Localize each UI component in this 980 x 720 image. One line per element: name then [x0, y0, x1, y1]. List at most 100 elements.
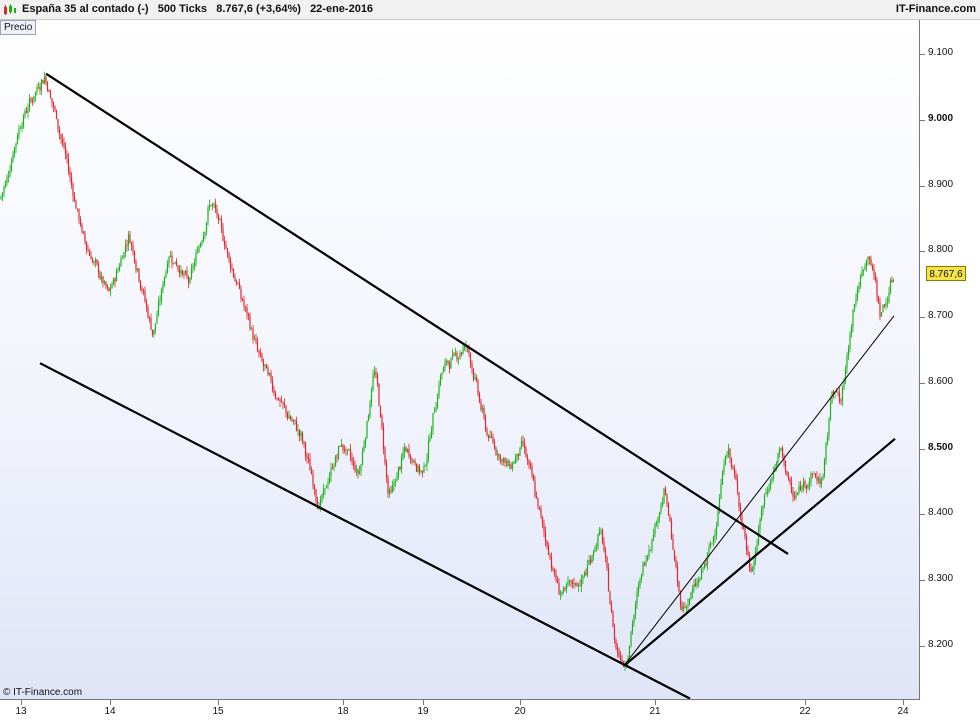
- y-tick-label: 8.700: [928, 310, 954, 322]
- candle-body: [75, 201, 77, 209]
- candle-body: [228, 252, 230, 260]
- candle-body: [708, 547, 710, 553]
- candle-body: [153, 329, 155, 335]
- y-tick-label: 8.800: [928, 244, 954, 256]
- candle-body: [334, 457, 337, 467]
- candle-body: [192, 266, 194, 269]
- x-tick-label: 19: [417, 706, 429, 717]
- candle-body: [841, 387, 844, 402]
- candle-body: [492, 436, 494, 443]
- candle-body: [315, 489, 317, 501]
- candle-body: [780, 447, 782, 450]
- price-chart[interactable]: [0, 20, 920, 700]
- candle-body: [523, 443, 526, 449]
- candle-body: [808, 481, 811, 485]
- candle-body: [69, 171, 71, 178]
- candle-body: [7, 176, 10, 178]
- candle-body: [747, 550, 749, 556]
- candle-body: [357, 470, 359, 474]
- candle-body: [46, 82, 49, 91]
- candle-body: [550, 557, 553, 569]
- candle-body: [96, 259, 98, 265]
- candle-body: [100, 276, 103, 280]
- candle-body: [601, 529, 604, 542]
- candle-body: [802, 481, 805, 488]
- candle-body: [534, 480, 536, 496]
- candlestick-chart-icon: [4, 4, 16, 15]
- candle-body: [480, 401, 482, 410]
- candle-body: [252, 328, 254, 340]
- candle-body: [60, 134, 62, 139]
- candle-body: [789, 478, 791, 483]
- candle-body: [9, 170, 11, 177]
- candle-body: [495, 448, 497, 455]
- candle-body: [393, 482, 395, 486]
- candle-body: [889, 280, 892, 293]
- candle-body: [664, 488, 667, 495]
- candle-body: [193, 263, 196, 267]
- candle-body: [486, 429, 488, 435]
- candle-body: [864, 266, 866, 270]
- y-tick-mark: [920, 514, 925, 516]
- candle-body: [874, 275, 877, 280]
- candle-body: [304, 443, 307, 456]
- candle-body: [411, 459, 413, 462]
- candle-body: [10, 161, 13, 171]
- candle-body: [594, 547, 596, 552]
- candle-body: [58, 129, 61, 135]
- candle-body: [798, 486, 800, 493]
- plot-area[interactable]: [0, 20, 920, 700]
- candle-body: [295, 420, 298, 431]
- y-tick-mark: [920, 580, 925, 582]
- trend-line[interactable]: [39, 362, 691, 699]
- candle-body: [274, 392, 277, 398]
- candle-body: [12, 153, 14, 162]
- candle-body: [828, 419, 830, 437]
- candle-body: [178, 269, 181, 274]
- candle-body: [73, 195, 76, 202]
- candle-body: [478, 393, 481, 402]
- candle-body: [508, 464, 511, 467]
- candle-body: [52, 103, 55, 107]
- candle-body: [51, 97, 53, 104]
- candle-body: [630, 631, 632, 646]
- candle-body: [565, 584, 568, 589]
- candle-body: [256, 341, 259, 351]
- candle-body: [660, 506, 662, 513]
- candle-body: [81, 224, 83, 232]
- candle-body: [564, 588, 566, 590]
- candle-body: [303, 441, 305, 444]
- candle-body: [25, 111, 28, 113]
- candle-body: [846, 355, 848, 369]
- candle-body: [697, 579, 700, 583]
- candle-body: [882, 304, 884, 313]
- candle-body: [391, 485, 394, 492]
- candle-body: [639, 579, 641, 586]
- candle-body: [360, 465, 362, 471]
- candle-body: [400, 457, 403, 470]
- candle-body: [30, 98, 32, 102]
- candle-body: [633, 614, 635, 624]
- candle-body: [408, 448, 410, 456]
- candle-body: [612, 611, 614, 628]
- candle-body: [745, 536, 748, 551]
- candle-body: [705, 563, 707, 565]
- x-tick-mark: [110, 700, 111, 705]
- y-axis: 9.100 9.000 8.900 8.800 8.700 8.600 8.500 8.400…: [920, 20, 980, 700]
- candle-body: [223, 240, 226, 245]
- candle-body: [250, 328, 253, 330]
- candle-body: [873, 269, 875, 276]
- candle-body: [337, 446, 340, 458]
- candle-body: [160, 289, 163, 301]
- candle-body: [142, 290, 145, 292]
- candle-body: [313, 485, 316, 490]
- candle-body: [763, 494, 766, 506]
- candle-body: [661, 502, 664, 507]
- candle-body: [513, 462, 515, 465]
- candle-body: [712, 536, 715, 544]
- candle-body: [447, 360, 449, 363]
- candle-body: [606, 556, 608, 569]
- candle-body: [79, 219, 82, 225]
- candle-body: [886, 302, 889, 304]
- candle-body: [511, 464, 514, 469]
